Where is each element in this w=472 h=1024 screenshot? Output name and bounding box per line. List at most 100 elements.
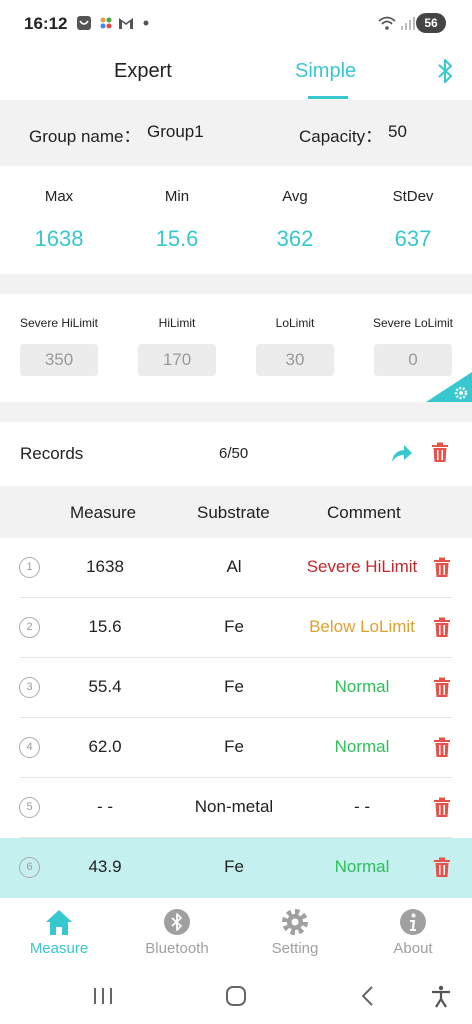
column-substrate: Substrate	[197, 503, 270, 522]
row-index-badge: 6	[19, 857, 40, 878]
limit-label: Severe LoLimit	[372, 316, 454, 330]
records-header: Records 6/50	[0, 422, 472, 486]
limit-value-field[interactable]: 350	[20, 344, 98, 376]
table-row[interactable]: 1 1638 Al Severe HiLimit	[0, 538, 472, 598]
table-row[interactable]: 4 62.0 Fe Normal	[0, 718, 472, 778]
stat-label: Avg	[282, 188, 308, 205]
stat-value: 362	[276, 226, 314, 251]
column-measure: Measure	[70, 503, 137, 522]
delete-row-icon[interactable]	[433, 797, 451, 818]
wifi-icon	[378, 16, 396, 30]
row-measure: - -	[96, 797, 114, 816]
gmail-icon	[119, 18, 133, 29]
table-row[interactable]: 2 15.6 Fe Below LoLimit	[0, 598, 472, 658]
limit-value-field[interactable]: 30	[256, 344, 334, 376]
delete-row-icon[interactable]	[433, 737, 451, 758]
stat-label: Min	[164, 188, 190, 205]
bluetooth-icon[interactable]	[436, 58, 454, 84]
group-name-label: Group name：	[29, 127, 141, 146]
section-divider	[0, 402, 472, 422]
more-dot-icon	[143, 20, 149, 26]
row-substrate: Fe	[224, 737, 244, 756]
delete-row-icon[interactable]	[433, 617, 451, 638]
nav-setting[interactable]: Setting	[236, 900, 354, 970]
notification-icon	[77, 16, 91, 30]
row-comment: Normal	[334, 737, 390, 756]
limit-label: Severe HiLimit	[19, 316, 99, 330]
group-info-row: Group name： Group1 Capacity： 50	[0, 100, 472, 166]
row-comment: - -	[353, 797, 371, 816]
row-measure: 55.4	[88, 677, 122, 696]
gear-icon	[282, 909, 308, 935]
row-comment: Normal	[334, 677, 390, 696]
limit-label: LoLimit	[275, 316, 315, 330]
row-index-badge: 1	[19, 557, 40, 578]
status-time: 16:12	[24, 14, 68, 33]
app-icon	[100, 17, 112, 29]
nav-label: Setting	[271, 940, 319, 957]
row-substrate: Non-metal	[194, 797, 274, 816]
row-substrate: Fe	[224, 677, 244, 696]
row-index-badge: 2	[19, 617, 40, 638]
limit-value-field[interactable]: 170	[138, 344, 216, 376]
delete-all-icon[interactable]	[431, 442, 449, 463]
bottom-navigation: Measure Bluetooth Setting About	[0, 900, 472, 970]
signal-icon	[401, 17, 415, 30]
stat-value: 1638	[34, 226, 84, 251]
column-comment: Comment	[327, 503, 401, 522]
statistics-panel: Max 1638 Min 15.6 Avg 362 StDev 637	[0, 166, 472, 274]
table-row-selected[interactable]: 6 43.9 Fe Normal	[0, 838, 472, 898]
limit-settings-gear-icon[interactable]	[426, 372, 472, 402]
nav-label: About	[393, 940, 433, 957]
row-comment: Normal	[334, 857, 390, 876]
share-icon[interactable]	[390, 442, 414, 464]
records-title: Records	[20, 444, 84, 463]
back-icon[interactable]	[356, 984, 380, 1008]
row-index-badge: 5	[19, 797, 40, 818]
active-tab-indicator	[308, 96, 348, 99]
section-divider	[0, 274, 472, 294]
tab-expert[interactable]: Expert	[114, 60, 172, 83]
row-measure: 43.9	[88, 857, 122, 876]
limit-label: HiLimit	[158, 316, 196, 330]
nav-label: Bluetooth	[145, 940, 209, 957]
group-name-value: Group1	[147, 122, 204, 141]
info-icon	[400, 909, 426, 935]
row-comment: Severe HiLimit	[306, 557, 418, 576]
table-row[interactable]: 5 - - Non-metal - -	[0, 778, 472, 838]
row-index-badge: 3	[19, 677, 40, 698]
home-button-icon[interactable]	[224, 984, 248, 1008]
delete-row-icon[interactable]	[433, 557, 451, 578]
table-header: Measure Substrate Comment	[0, 486, 472, 538]
nav-bluetooth[interactable]: Bluetooth	[118, 900, 236, 970]
recent-apps-icon[interactable]	[91, 984, 115, 1008]
limits-panel: Severe HiLimit 350 HiLimit 170 LoLimit 3…	[0, 294, 472, 402]
mode-tabs: Expert Simple	[0, 48, 472, 100]
delete-row-icon[interactable]	[433, 677, 451, 698]
nav-label: Measure	[29, 940, 89, 957]
battery-badge: 56	[416, 13, 446, 33]
stat-value: 637	[394, 226, 432, 251]
tab-simple[interactable]: Simple	[295, 60, 356, 83]
row-substrate: Al	[226, 557, 242, 576]
nav-about[interactable]: About	[354, 900, 472, 970]
records-count: 6/50	[219, 445, 249, 462]
stat-label: StDev	[392, 188, 434, 205]
stat-value: 15.6	[155, 226, 199, 251]
delete-row-icon[interactable]	[433, 857, 451, 878]
capacity-label: Capacity：	[299, 127, 383, 146]
row-index-badge: 4	[19, 737, 40, 758]
status-bar: 16:12 56	[0, 0, 472, 48]
row-substrate: Fe	[224, 617, 244, 636]
home-icon	[46, 910, 72, 935]
system-navigation-bar	[0, 970, 472, 1024]
bluetooth-icon	[164, 909, 190, 935]
stat-label: Max	[44, 188, 74, 205]
row-measure: 1638	[86, 557, 124, 576]
row-substrate: Fe	[224, 857, 244, 876]
accessibility-icon[interactable]	[429, 984, 453, 1008]
capacity-value: 50	[388, 122, 407, 141]
table-row[interactable]: 3 55.4 Fe Normal	[0, 658, 472, 718]
row-measure: 62.0	[88, 737, 122, 756]
nav-measure[interactable]: Measure	[0, 900, 118, 970]
